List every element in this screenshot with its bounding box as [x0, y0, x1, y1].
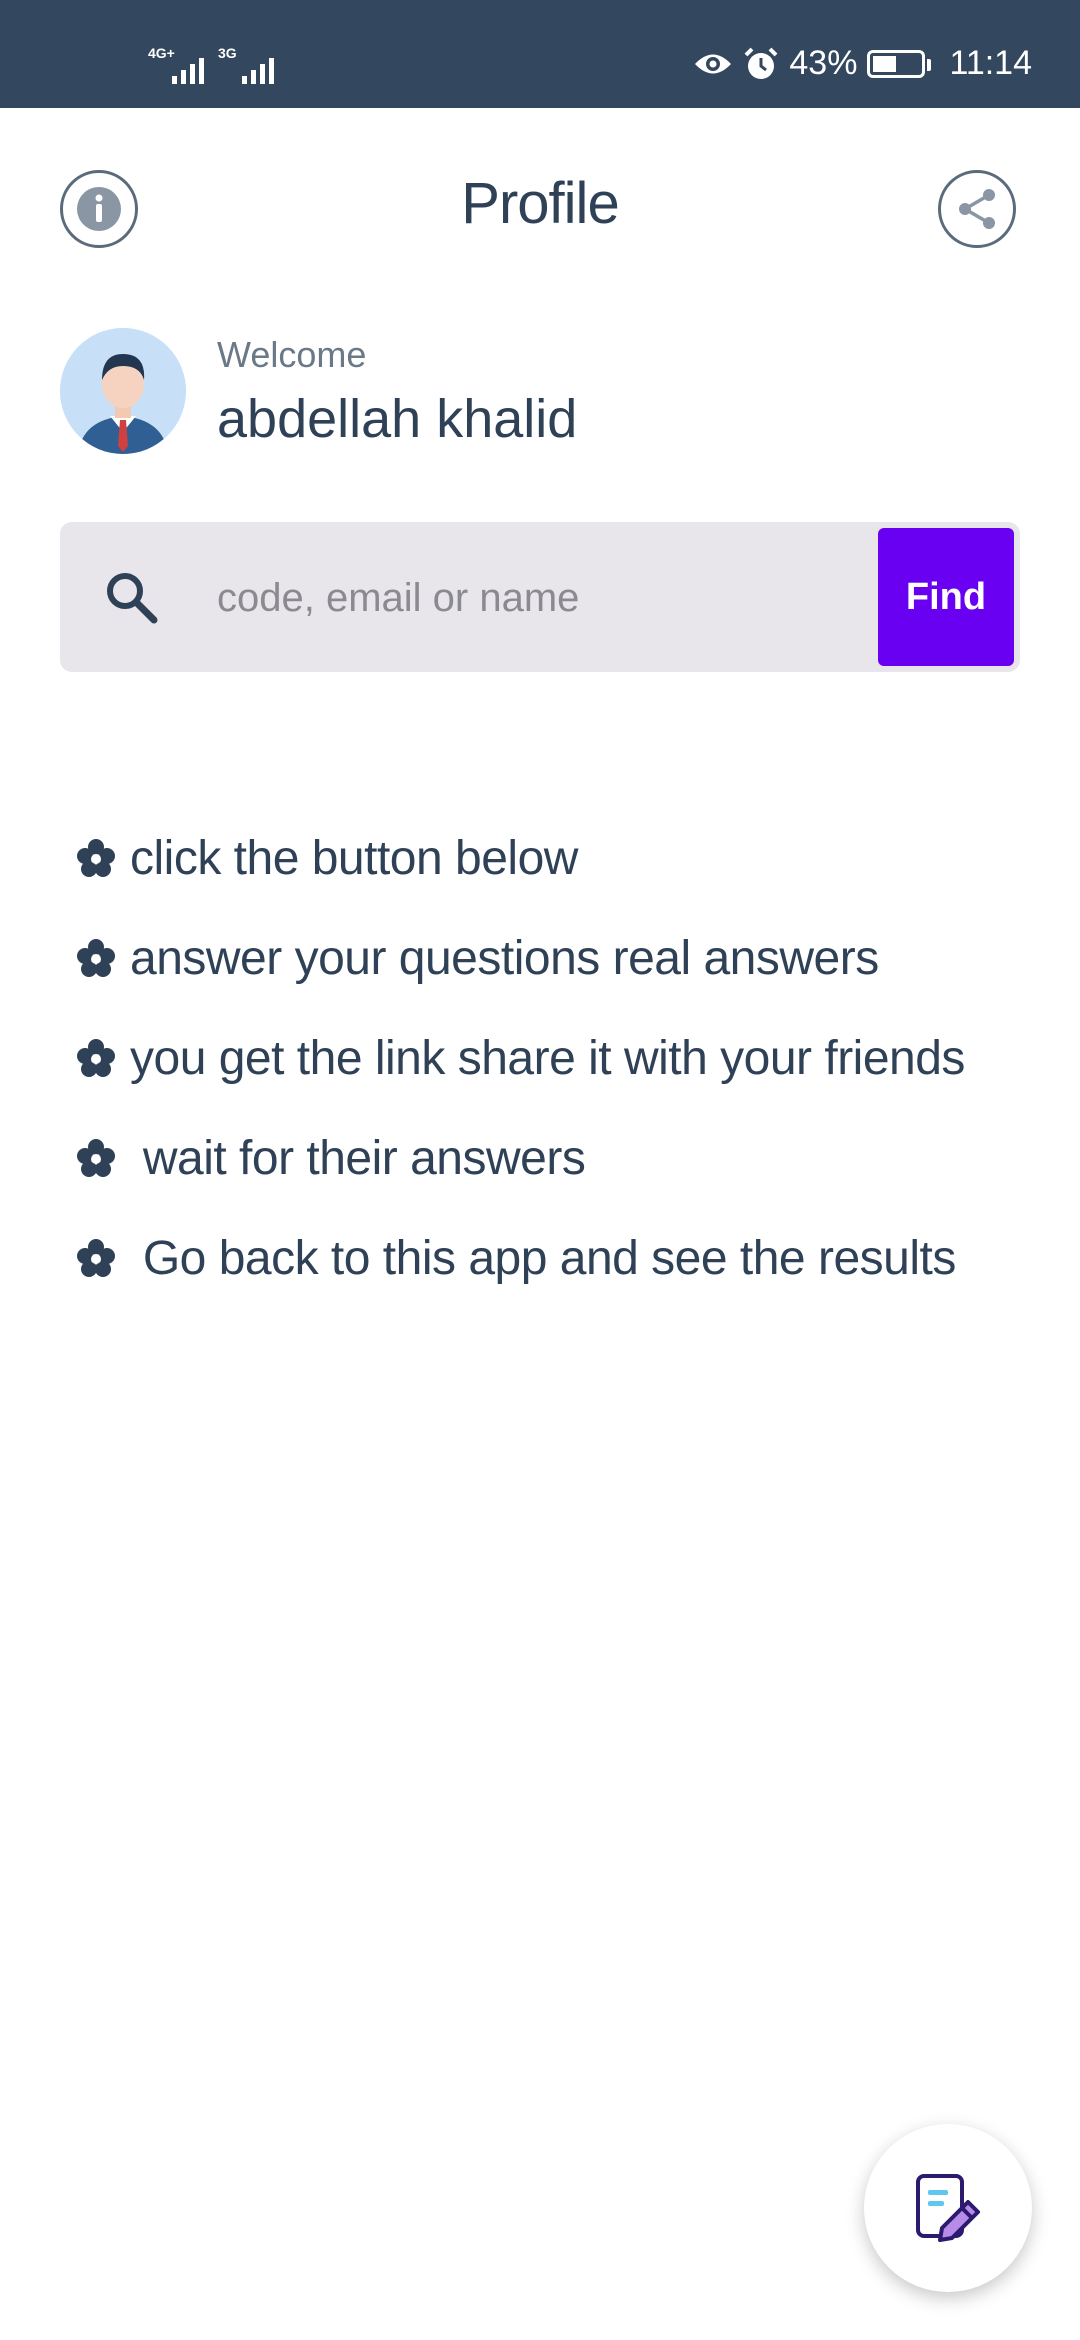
list-item: you get the link share it with your frie…	[74, 1008, 1034, 1108]
welcome-label: Welcome	[217, 334, 367, 375]
user-name: abdellah khalid	[217, 389, 578, 449]
instruction-text: click the button below	[130, 831, 578, 885]
instruction-text: Go back to this app and see the results	[130, 1231, 957, 1285]
eye-icon	[695, 54, 732, 73]
list-item: answer your questions real answers	[74, 908, 1034, 1008]
search-bar: Find	[60, 522, 1020, 672]
user-avatar-icon	[60, 328, 186, 454]
flower-icon	[77, 939, 115, 977]
search-icon	[107, 573, 158, 624]
network-type-1: 4G+	[148, 45, 175, 61]
instruction-text: wait for their answers	[130, 1131, 586, 1185]
instruction-text: answer your questions real answers	[130, 931, 879, 985]
profile-summary: Welcome abdellah khalid	[60, 326, 1020, 456]
search-input[interactable]	[215, 562, 779, 634]
network-type-2: 3G	[218, 45, 237, 61]
signal-1: 4G+	[148, 46, 204, 84]
page-title: Profile	[461, 171, 619, 236]
find-button[interactable]: Find	[878, 528, 1014, 666]
signal-2: 3G	[218, 46, 274, 84]
share-button[interactable]	[938, 170, 1016, 248]
flower-icon	[77, 1039, 115, 1077]
list-item: click the button below	[74, 808, 1034, 908]
battery-icon	[867, 49, 932, 78]
list-item: wait for their answers	[74, 1108, 1034, 1208]
share-icon	[959, 189, 995, 229]
flower-icon	[77, 1139, 115, 1177]
battery-percent: 43%	[789, 44, 858, 82]
flower-icon	[77, 839, 115, 877]
app-header: Profile	[0, 108, 1080, 318]
alarm-icon	[744, 47, 778, 79]
avatar[interactable]	[60, 328, 186, 454]
flower-icon	[77, 1239, 115, 1277]
status-right: 43% 11:14	[693, 44, 1032, 83]
instructions-list: click the button below answer your quest…	[74, 808, 1034, 1308]
list-item: Go back to this app and see the results	[74, 1208, 1034, 1308]
create-quiz-button[interactable]	[864, 2124, 1032, 2292]
signal-bars-icon	[242, 54, 274, 84]
edit-document-icon	[916, 2174, 980, 2242]
clock: 11:14	[949, 44, 1032, 82]
signal-bars-icon	[172, 54, 204, 84]
status-bar: 4G+ 3G 43% 11:14	[0, 0, 1080, 108]
instruction-text: you get the link share it with your frie…	[130, 1031, 965, 1085]
